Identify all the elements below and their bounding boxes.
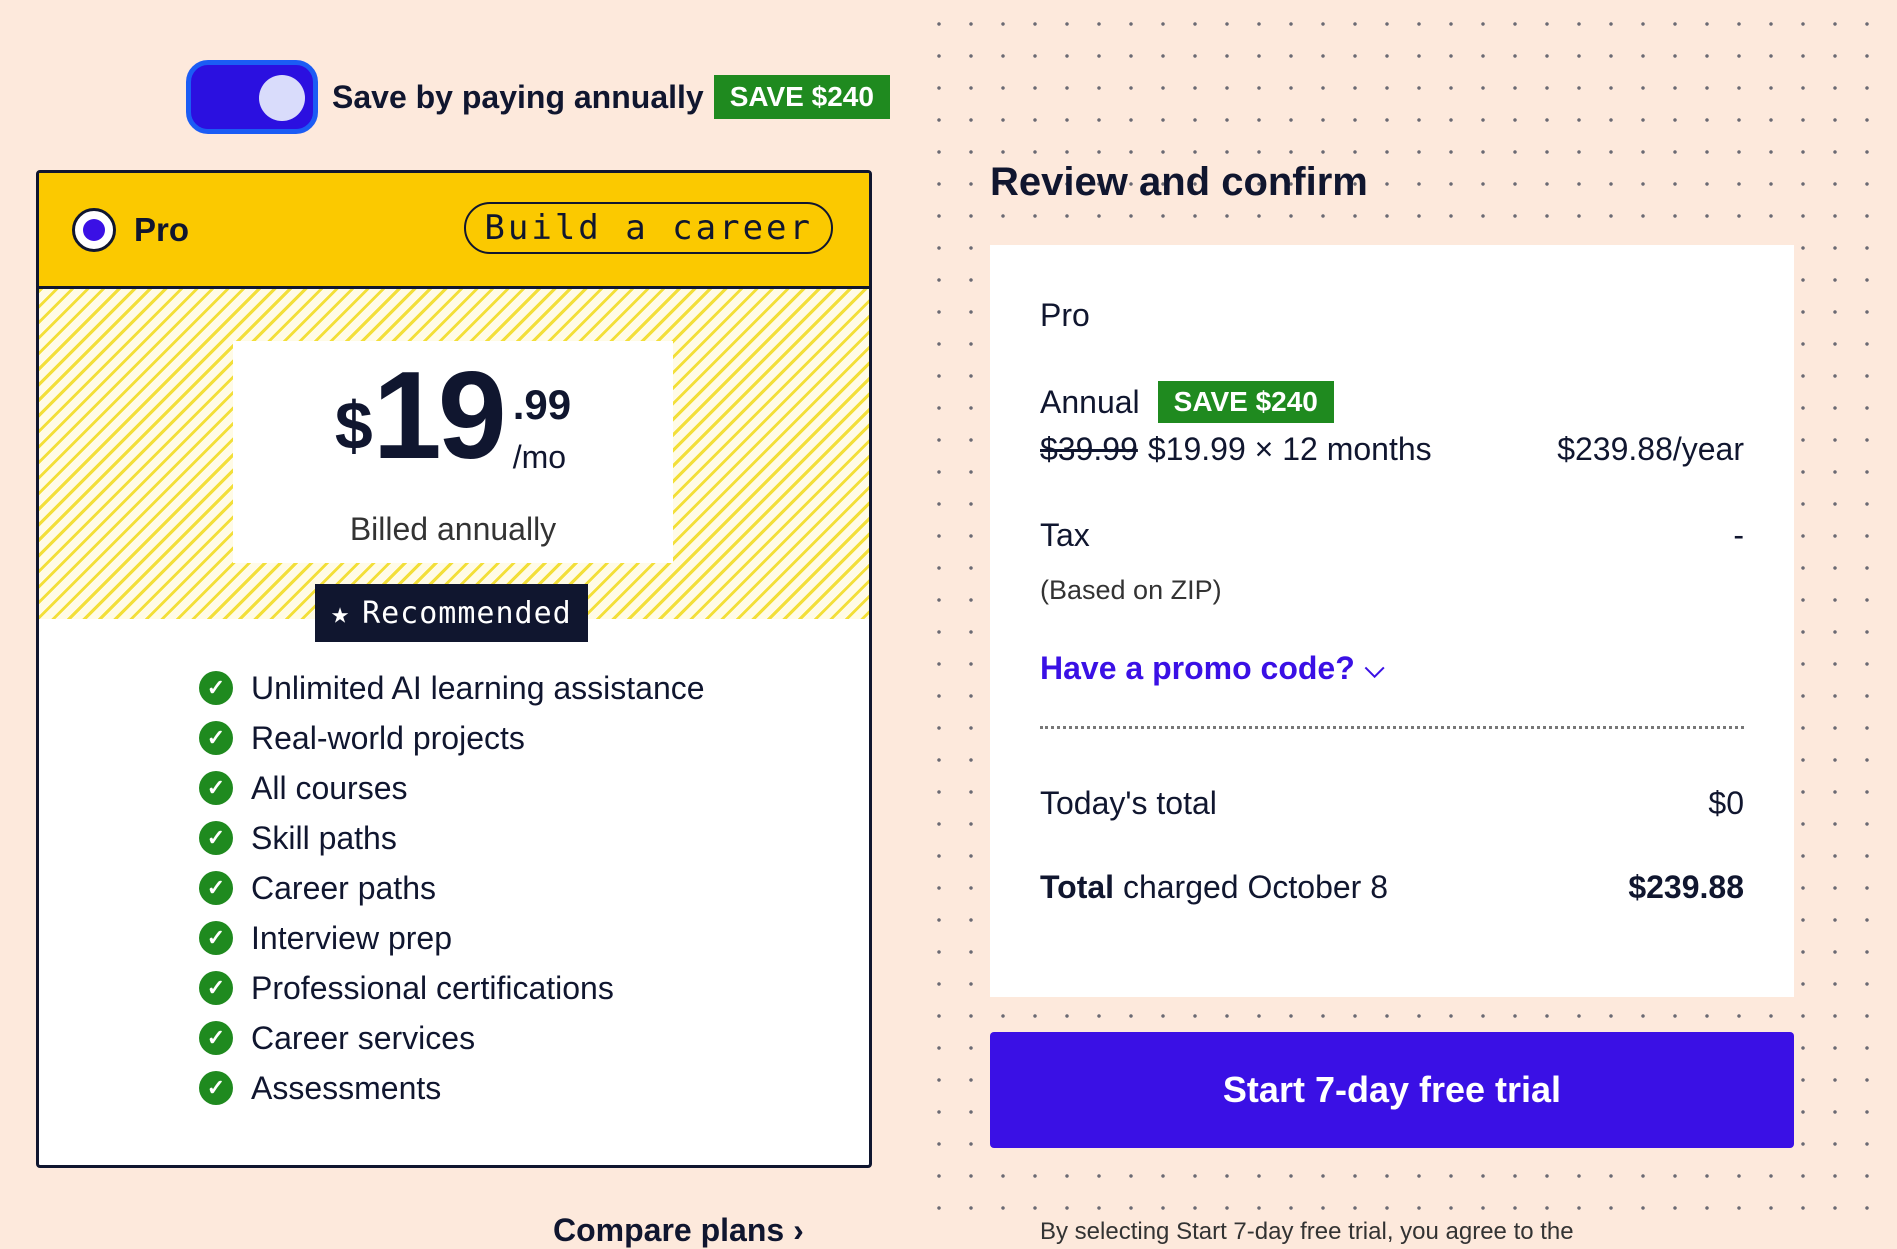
feature-item: ✓ Interview prep <box>199 913 705 963</box>
compare-plans-label: Compare plans <box>553 1212 785 1248</box>
compare-plans-link[interactable]: Compare plans › <box>553 1212 804 1249</box>
billing-toggle-row: Save by paying annually SAVE $240 <box>186 60 890 134</box>
tax-value: - <box>1733 517 1744 553</box>
chevron-down-icon: ⌵ <box>1364 652 1385 683</box>
check-circle-icon: ✓ <box>199 771 233 805</box>
check-circle-icon: ✓ <box>199 921 233 955</box>
order-summary: Pro Annual SAVE $240 $39.99 $19.99 × 12 m… <box>990 245 1794 997</box>
promo-label: Have a promo code? <box>1040 650 1355 686</box>
start-free-trial-button[interactable]: Start 7-day free trial <box>990 1032 1794 1148</box>
summary-divider <box>1040 726 1744 729</box>
feature-item: ✓ Professional certifications <box>199 963 705 1013</box>
feature-label: Assessments <box>251 1069 442 1106</box>
summary-plan: Pro <box>1040 297 1090 333</box>
feature-label: Unlimited AI learning assistance <box>251 669 705 706</box>
today-value: $0 <box>1708 785 1744 821</box>
feature-label: All courses <box>251 769 408 806</box>
star-icon: ★ <box>331 595 351 631</box>
check-circle-icon: ✓ <box>199 671 233 705</box>
today-total-row: Today's total $0 <box>1040 785 1744 822</box>
price-period: /mo <box>512 439 567 475</box>
check-circle-icon: ✓ <box>199 721 233 755</box>
radio-selected-icon[interactable] <box>72 208 116 252</box>
total-value: $239.88 <box>1628 869 1744 905</box>
price-dollars: 19 <box>372 347 507 485</box>
tax-label: Tax <box>1040 517 1090 553</box>
summary-price-row: $39.99 $19.99 × 12 months $239.88/year <box>1040 431 1744 468</box>
today-label: Today's total <box>1040 785 1217 821</box>
check-circle-icon: ✓ <box>199 821 233 855</box>
annual-billing-toggle[interactable] <box>186 60 318 134</box>
feature-label: Career services <box>251 1019 476 1056</box>
feature-label: Real-world projects <box>251 719 525 756</box>
feature-label: Interview prep <box>251 919 452 956</box>
billed-note: Billed annually <box>349 511 557 547</box>
tax-note: (Based on ZIP) <box>1040 575 1222 605</box>
check-circle-icon: ✓ <box>199 971 233 1005</box>
recommended-label: Recommended <box>362 595 572 631</box>
check-circle-icon: ✓ <box>199 871 233 905</box>
summary-period: Annual <box>1040 383 1140 420</box>
feature-label: Skill paths <box>251 819 397 856</box>
toggle-knob <box>259 75 305 121</box>
price-cents: .99 <box>512 381 572 428</box>
yearly-price: $239.88/year <box>1557 431 1744 467</box>
chevron-right-icon: › <box>793 1212 804 1248</box>
old-price: $39.99 <box>1040 431 1138 467</box>
total-label-bold: Total <box>1040 869 1115 905</box>
feature-label: Professional certifications <box>251 969 614 1006</box>
check-circle-icon: ✓ <box>199 1021 233 1055</box>
summary-period-row: Annual SAVE $240 <box>1040 381 1334 423</box>
feature-list: ✓ Unlimited AI learning assistance ✓ Real-… <box>199 663 705 1113</box>
feature-item: ✓ Assessments <box>199 1063 705 1113</box>
feature-item: ✓ Career paths <box>199 863 705 913</box>
price-line: $19.99 × 12 months <box>1147 431 1432 467</box>
total-charged-row: Total charged October 8 $239.88 <box>1040 869 1744 906</box>
plan-card-header: Pro Build a career <box>39 173 869 289</box>
plan-card-pro[interactable]: Pro Build a career $ 19 .99 /mo Billed a… <box>36 170 872 1168</box>
save-badge: SAVE $240 <box>713 75 890 119</box>
feature-item: ✓ Career services <box>199 1013 705 1063</box>
feature-item: ✓ Unlimited AI learning assistance <box>199 663 705 713</box>
tax-row: Tax - <box>1040 517 1744 554</box>
summary-save-badge: SAVE $240 <box>1157 381 1334 423</box>
toggle-label: Save by paying annually <box>332 78 704 115</box>
feature-item: ✓ Skill paths <box>199 813 705 863</box>
price-box: $ 19 .99 /mo Billed annually <box>233 341 673 563</box>
plan-name: Pro <box>134 211 190 248</box>
total-label-rest: charged October 8 <box>1114 869 1388 905</box>
feature-label: Career paths <box>251 869 436 906</box>
legal-note: By selecting Start 7-day free trial, you… <box>1040 1218 1574 1245</box>
recommended-badge: ★ Recommended <box>315 584 588 642</box>
check-circle-icon: ✓ <box>199 1071 233 1105</box>
feature-item: ✓ Real-world projects <box>199 713 705 763</box>
promo-code-toggle[interactable]: Have a promo code? ⌵ <box>1040 650 1384 687</box>
feature-item: ✓ All courses <box>199 763 705 813</box>
plan-tag: Build a career <box>464 202 833 254</box>
review-title: Review and confirm <box>990 160 1368 204</box>
price-currency: $ <box>334 388 373 464</box>
